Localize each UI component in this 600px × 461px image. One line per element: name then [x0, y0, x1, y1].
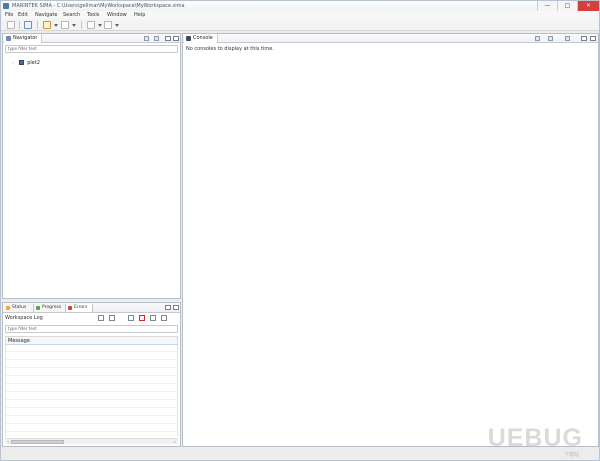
table-row[interactable] — [6, 377, 177, 384]
help-menu[interactable]: Help — [134, 11, 145, 19]
table-row[interactable] — [6, 425, 177, 432]
tab-navigator[interactable]: Navigator — [4, 34, 43, 43]
tab-errors[interactable]: Errors — [66, 304, 93, 312]
main-toolbar — [1, 19, 599, 31]
console-panel: Console No consoles to display at this t… — [182, 33, 599, 447]
scroll-right-icon[interactable]: › — [172, 439, 178, 445]
maximize-panel-icon[interactable] — [173, 36, 179, 41]
minimize-panel-icon[interactable] — [165, 36, 171, 41]
log-panel-tabs: Status Progress Errors — [3, 303, 180, 313]
console-message: No consoles to display at this time. — [186, 46, 274, 52]
navigator-icon — [6, 36, 11, 41]
history-dropdown-icon[interactable] — [72, 24, 76, 27]
horizontal-scrollbar[interactable]: ‹ › — [5, 438, 178, 444]
log-filter-input[interactable]: type filter text — [5, 325, 178, 333]
forward-icon[interactable] — [104, 21, 112, 29]
history-icon[interactable] — [61, 21, 69, 29]
expand-icon[interactable]: › — [12, 59, 17, 66]
uebug-watermark: UEBUG — [487, 424, 583, 452]
maximize-log-icon[interactable] — [173, 305, 179, 310]
restore-log-icon[interactable] — [150, 315, 156, 321]
clear-log-icon[interactable] — [128, 315, 134, 321]
minimize-console-icon[interactable] — [581, 36, 587, 41]
toolbar-separator — [37, 21, 38, 29]
table-header: Message — [5, 336, 178, 345]
back-dropdown-icon[interactable] — [98, 24, 102, 27]
new-console-icon[interactable] — [565, 36, 570, 41]
errors-tab-label: Errors — [74, 305, 88, 310]
open-dropdown-icon[interactable] — [54, 24, 58, 27]
navigator-tree: › plet2 — [4, 55, 179, 297]
maximize-console-icon[interactable] — [590, 36, 596, 41]
table-row[interactable] — [6, 345, 177, 352]
errors-icon — [68, 306, 72, 310]
table-row[interactable] — [6, 361, 177, 368]
tree-item-label: plet2 — [27, 60, 40, 66]
progress-icon — [36, 306, 40, 310]
project-icon — [18, 60, 24, 65]
workspace-log-panel: Status Progress Errors Workspace Log typ… — [2, 302, 181, 447]
minimize-button[interactable]: — — [537, 1, 557, 11]
forward-dropdown-icon[interactable] — [115, 24, 119, 27]
table-row[interactable] — [6, 417, 177, 424]
workspace-icon[interactable] — [7, 21, 15, 29]
console-header: Console — [183, 34, 598, 43]
minimize-log-icon[interactable] — [165, 305, 171, 310]
display-console-icon[interactable] — [548, 36, 553, 41]
open-icon[interactable] — [43, 21, 51, 29]
tab-console[interactable]: Console — [184, 34, 218, 43]
console-tab-label: Console — [193, 35, 213, 41]
status-icon — [6, 306, 10, 310]
app-icon — [3, 3, 9, 9]
collapse-all-icon[interactable] — [144, 36, 149, 41]
delete-log-icon[interactable] — [139, 315, 145, 321]
scrollbar-thumb[interactable] — [11, 440, 64, 444]
toolbar-separator — [19, 21, 20, 29]
open-log-icon[interactable] — [161, 315, 167, 321]
log-table — [5, 345, 178, 436]
workspace-log-title: Workspace Log — [5, 315, 43, 321]
window-title: MARINTEK SIMA - C:\Users\gellmar\MyWorks… — [12, 3, 185, 9]
table-row[interactable] — [6, 409, 177, 416]
file-menu[interactable]: File — [5, 11, 13, 19]
maximize-button[interactable]: □ — [557, 1, 577, 11]
navigator-header: Navigator — [3, 34, 180, 43]
table-row[interactable] — [6, 369, 177, 376]
tools-menu[interactable]: Tools — [87, 11, 99, 19]
tree-item-plet2[interactable]: › plet2 — [12, 59, 40, 66]
edit-menu[interactable]: Edit — [18, 11, 28, 19]
message-column-header[interactable]: Message — [8, 338, 30, 344]
download-site-watermark: 下载站 — [563, 452, 579, 458]
export-log-icon[interactable] — [98, 315, 104, 321]
perspective-icon[interactable] — [24, 21, 32, 29]
close-button[interactable]: × — [577, 1, 599, 11]
sima-application-window: MARINTEK SIMA - C:\Users\gellmar\MyWorks… — [0, 0, 600, 461]
filter-log-icon[interactable] — [109, 315, 115, 321]
tab-progress[interactable]: Progress — [34, 304, 66, 312]
table-row[interactable] — [6, 401, 177, 408]
status-tab-label: Status — [12, 305, 27, 310]
title-bar: MARINTEK SIMA - C:\Users\gellmar\MyWorks… — [1, 1, 599, 11]
link-editor-icon[interactable] — [154, 36, 159, 41]
tab-status[interactable]: Status — [4, 304, 34, 312]
open-console-icon[interactable] — [535, 36, 540, 41]
table-row[interactable] — [6, 385, 177, 392]
table-row[interactable] — [6, 393, 177, 400]
console-icon — [186, 36, 191, 41]
table-row[interactable] — [6, 353, 177, 360]
window-menu[interactable]: Window — [107, 11, 127, 19]
menu-bar: File Edit Navigate Search Tools Window H… — [1, 11, 599, 19]
toolbar-separator — [81, 21, 82, 29]
search-menu[interactable]: Search — [63, 11, 80, 19]
progress-tab-label: Progress — [42, 305, 62, 310]
window-controls: — □ × — [537, 1, 599, 11]
navigate-menu[interactable]: Navigate — [35, 11, 57, 19]
navigator-tab-label: Navigator — [13, 35, 38, 41]
navigator-filter-input[interactable]: type filter text — [5, 45, 178, 53]
back-icon[interactable] — [87, 21, 95, 29]
navigator-panel: Navigator type filter text › plet2 — [2, 33, 181, 299]
